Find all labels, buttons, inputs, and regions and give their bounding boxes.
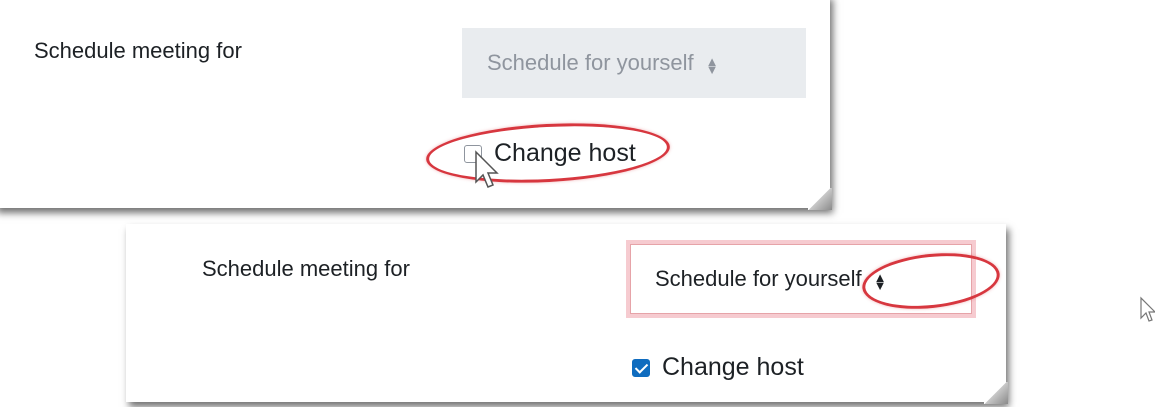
select-value: Schedule for yourself xyxy=(655,266,862,291)
mouse-pointer-icon xyxy=(1140,296,1155,322)
change-host-checkbox[interactable] xyxy=(632,358,650,377)
schedule-for-select-disabled[interactable]: Schedule for yourself ▲ ▼ xyxy=(462,28,806,98)
change-host-label[interactable]: Change host xyxy=(662,353,804,382)
mouse-pointer-icon xyxy=(475,150,499,188)
page-curl-decoration xyxy=(808,188,832,210)
select-value: Schedule for yourself xyxy=(487,50,694,75)
page-curl-decoration xyxy=(984,382,1008,404)
schedule-meeting-label: Schedule meeting for xyxy=(34,38,242,63)
updown-arrows-icon: ▲ ▼ xyxy=(705,54,719,77)
change-host-row[interactable]: Change host xyxy=(632,353,804,382)
schedule-meeting-label: Schedule meeting for xyxy=(202,256,410,281)
